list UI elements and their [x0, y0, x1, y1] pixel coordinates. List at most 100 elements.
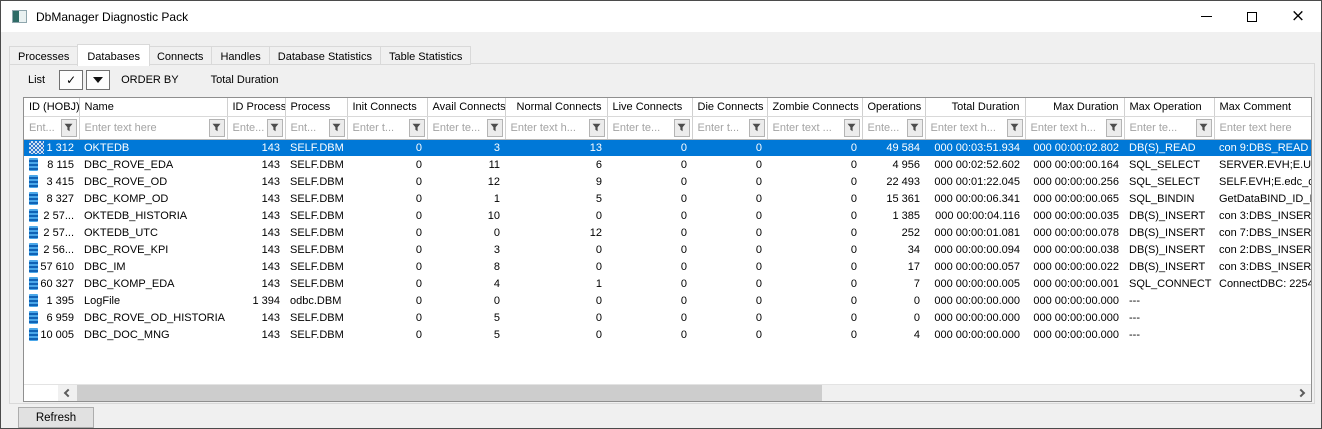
table-row[interactable]: 1 312OKTEDB143SELF.DBM031300049 584000 0… — [24, 139, 1312, 156]
scroll-left-button[interactable] — [58, 385, 75, 401]
filter-funnel-button[interactable] — [589, 119, 605, 137]
cell-operations: 4 — [862, 326, 925, 343]
maximize-button[interactable] — [1229, 1, 1275, 32]
scrollbar-track[interactable] — [58, 385, 1311, 401]
filter-cell-zombie-connects — [767, 116, 862, 139]
close-button[interactable]: × — [1275, 1, 1321, 32]
cell-max-comment: con 3:DBS_INSERT — [1214, 207, 1312, 224]
filter-funnel-button[interactable] — [329, 119, 345, 137]
filter-funnel-icon — [490, 123, 499, 132]
list-label: List — [28, 74, 45, 86]
filter-input-id-process[interactable] — [228, 120, 267, 136]
table-row[interactable]: 3 415DBC_ROVE_OD143SELF.DBM012900022 493… — [24, 173, 1312, 190]
tab-connects[interactable]: Connects — [149, 46, 212, 65]
cell-id-process: 143 — [227, 207, 285, 224]
cell-id-process: 143 — [227, 156, 285, 173]
column-header-operations[interactable]: Operations — [862, 98, 925, 116]
table-row[interactable]: 57 610DBC_IM143SELF.DBM08000017000 00:00… — [24, 258, 1312, 275]
table-row[interactable]: 8 115DBC_ROVE_EDA143SELF.DBM01160004 956… — [24, 156, 1312, 173]
column-header-live-connects[interactable]: Live Connects — [607, 98, 692, 116]
cell-avail-connects: 8 — [427, 258, 505, 275]
column-header-die-connects[interactable]: Die Connects — [692, 98, 767, 116]
cell-max-operation: --- — [1124, 326, 1214, 343]
table-row[interactable]: 1 395LogFile1 394odbc.DBM0000000000 00:0… — [24, 292, 1312, 309]
column-header-id-hobj[interactable]: ID (HOBJ) — [24, 98, 79, 116]
column-header-max-operation[interactable]: Max Operation — [1124, 98, 1214, 116]
cell-init-connects: 0 — [347, 292, 427, 309]
filter-funnel-button[interactable] — [1196, 119, 1212, 137]
order-by-label: ORDER BY — [121, 74, 178, 86]
cell-total-duration: 000 00:01:22.045 — [925, 173, 1025, 190]
table-row[interactable]: 10 005DBC_DOC_MNG143SELF.DBM0500004000 0… — [24, 326, 1312, 343]
column-header-init-connects[interactable]: Init Connects — [347, 98, 427, 116]
table-row[interactable]: 2 57...OKTEDB_UTC143SELF.DBM001200025200… — [24, 224, 1312, 241]
cell-id-process: 143 — [227, 309, 285, 326]
cell-normal-connects: 0 — [505, 292, 607, 309]
tab-database-statistics[interactable]: Database Statistics — [270, 46, 381, 65]
filter-input-live-connects[interactable] — [608, 120, 674, 136]
apply-check-button[interactable]: ✓ — [59, 70, 83, 90]
filter-input-max-comment[interactable] — [1215, 120, 1313, 136]
column-header-max-duration[interactable]: Max Duration — [1025, 98, 1124, 116]
filter-input-max-duration[interactable] — [1026, 120, 1106, 136]
refresh-button[interactable]: Refresh — [18, 407, 94, 428]
filter-funnel-button[interactable] — [61, 119, 77, 137]
cell-operations: 4 956 — [862, 156, 925, 173]
table-row[interactable]: 2 57...OKTEDB_HISTORIA143SELF.DBM0100000… — [24, 207, 1312, 224]
checkmark-icon: ✓ — [66, 74, 76, 86]
tab-databases[interactable]: Databases — [77, 44, 150, 66]
cell-max-operation: --- — [1124, 292, 1214, 309]
filter-funnel-button[interactable] — [409, 119, 425, 137]
order-by-dropdown-button[interactable] — [86, 70, 110, 90]
table-row[interactable]: 60 327DBC_KOMP_EDA143SELF.DBM0410007000 … — [24, 275, 1312, 292]
filter-funnel-button[interactable] — [487, 119, 503, 137]
filter-funnel-button[interactable] — [674, 119, 690, 137]
filter-input-max-operation[interactable] — [1125, 120, 1196, 136]
column-header-total-duration[interactable]: Total Duration — [925, 98, 1025, 116]
filter-funnel-button[interactable] — [907, 119, 923, 137]
tab-processes[interactable]: Processes — [9, 46, 78, 65]
filter-funnel-button[interactable] — [209, 119, 225, 137]
filter-input-init-connects[interactable] — [348, 120, 409, 136]
filter-input-operations[interactable] — [863, 120, 907, 136]
filter-funnel-button[interactable] — [844, 119, 860, 137]
filter-funnel-button[interactable] — [267, 119, 283, 137]
tab-handles[interactable]: Handles — [212, 46, 269, 65]
column-header-avail-connects[interactable]: Avail Connects — [427, 98, 505, 116]
filter-input-normal-connects[interactable] — [506, 120, 589, 136]
horizontal-scrollbar[interactable] — [24, 384, 1311, 401]
column-header-process[interactable]: Process — [285, 98, 347, 116]
table-row[interactable]: 8 327DBC_KOMP_OD143SELF.DBM01500015 3610… — [24, 190, 1312, 207]
filter-input-name[interactable] — [80, 120, 209, 136]
filter-input-zombie-connects[interactable] — [768, 120, 844, 136]
cell-value: 8 115 — [47, 159, 74, 171]
scrollbar-thumb[interactable] — [77, 385, 822, 401]
tab-table-statistics[interactable]: Table Statistics — [381, 46, 471, 65]
database-icon — [29, 311, 38, 324]
column-header-normal-connects[interactable]: Normal Connects — [505, 98, 607, 116]
cell-max-duration: 000 00:00:00.022 — [1025, 258, 1124, 275]
column-header-id-process[interactable]: ID Process — [227, 98, 285, 116]
filter-input-process[interactable] — [286, 120, 329, 136]
cell-max-comment: con 9:DBS_READ — [1214, 139, 1312, 156]
filter-input-total-duration[interactable] — [926, 120, 1007, 136]
column-header-zombie-connects[interactable]: Zombie Connects — [767, 98, 862, 116]
cell-id-process: 143 — [227, 139, 285, 156]
table-row[interactable]: 6 959DBC_ROVE_OD_HISTORIA143SELF.DBM0500… — [24, 309, 1312, 326]
cell-operations: 17 — [862, 258, 925, 275]
cell-id-process: 1 394 — [227, 292, 285, 309]
filter-input-die-connects[interactable] — [693, 120, 749, 136]
scrollbar-spacer — [24, 385, 58, 401]
scroll-right-button[interactable] — [1294, 385, 1311, 401]
filter-funnel-button[interactable] — [1106, 119, 1122, 137]
column-header-max-comment[interactable]: Max Comment — [1214, 98, 1312, 116]
filter-input-id-hobj[interactable] — [24, 120, 61, 136]
filter-funnel-button[interactable] — [1007, 119, 1023, 137]
table-row[interactable]: 2 56...DBC_ROVE_KPI143SELF.DBM0300003400… — [24, 241, 1312, 258]
cell-die-connects: 0 — [692, 173, 767, 190]
minimize-button[interactable] — [1183, 1, 1229, 32]
filter-funnel-button[interactable] — [749, 119, 765, 137]
column-header-name[interactable]: Name — [79, 98, 227, 116]
filter-input-avail-connects[interactable] — [428, 120, 487, 136]
cell-max-operation: DB(S)_READ — [1124, 139, 1214, 156]
